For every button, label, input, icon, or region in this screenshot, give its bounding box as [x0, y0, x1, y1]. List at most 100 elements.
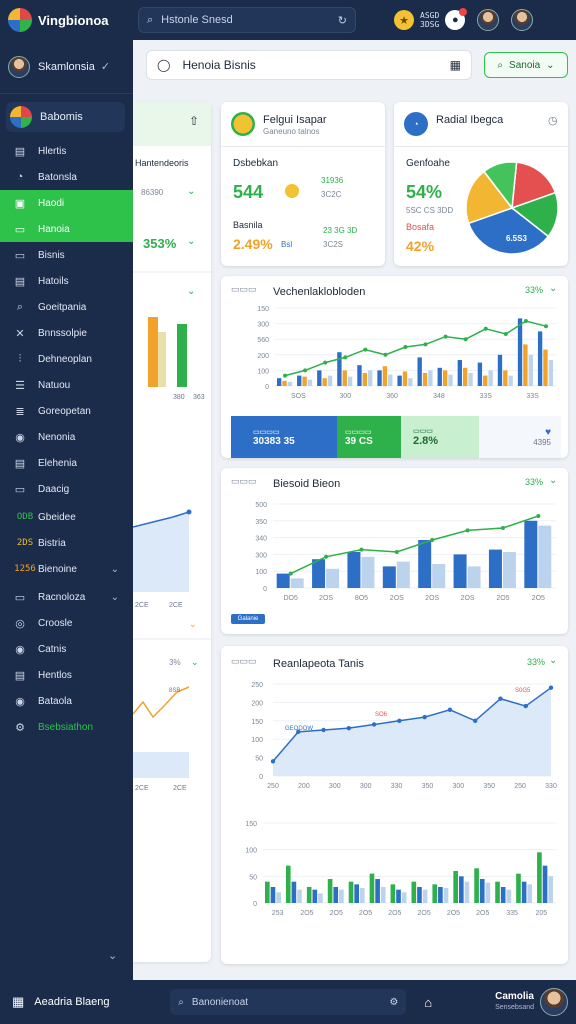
sidebar-item-18[interactable]: ◎ Croosle: [0, 610, 133, 636]
sidebar-item-7[interactable]: ✕ Bnnssolpie: [0, 320, 133, 346]
bar-s1-11: [503, 370, 508, 386]
coin-icon: [285, 184, 299, 198]
bar-s2-5: [380, 887, 386, 903]
sidebar-item-20[interactable]: ▤ Hentlos: [0, 662, 133, 688]
sidebar-item-10[interactable]: ≣ Goreopetan: [0, 398, 133, 424]
area-point-6: [422, 714, 427, 720]
sidebar-item-1[interactable]: ◔ Batonsla: [0, 164, 133, 190]
chevron-down-icon: ⌄: [191, 657, 199, 667]
sidebar-item-3[interactable]: ▭ Hanoia: [0, 216, 133, 242]
sidebar-collapse-chevron-icon[interactable]: ⌄: [108, 949, 117, 962]
chevron-down-icon[interactable]: ⌄: [549, 283, 557, 294]
bottom-search-input[interactable]: ⌕ Banonienoat ⚙: [170, 989, 407, 1015]
sidebar-item-16[interactable]: 1256 Bienoine ⌄: [0, 556, 133, 582]
sidebar-item-label: Batonsla: [38, 171, 77, 183]
sidebar-brand[interactable]: Babomis: [6, 102, 125, 132]
trend-point-0: [288, 571, 293, 576]
chart1-tab-3[interactable]: ▭▭▭ 2.8%: [401, 416, 479, 458]
sidebar-item-label: Bienoine: [38, 563, 77, 575]
settings-icon[interactable]: ⚙: [389, 997, 398, 1008]
sidebar-user[interactable]: Skamlonsia ✓: [0, 40, 133, 94]
filter-button[interactable]: ⌕ Sanoia ⌄: [484, 52, 568, 78]
chart1-tab-1[interactable]: ▭▭▭▭ 30383 35: [231, 416, 337, 458]
sidebar-item-15[interactable]: 2DS Bistria: [0, 530, 133, 556]
card-summary-value2: 2.49%: [233, 236, 273, 252]
trend-point-5: [465, 528, 470, 533]
bar-s0-12: [516, 873, 521, 903]
sidebar-item-13[interactable]: ▭ Daacig: [0, 476, 133, 502]
bar-s2-10: [488, 370, 493, 386]
sidebar-item-8[interactable]: ⫶ Dehneoplan: [0, 346, 133, 372]
clock-icon[interactable]: ◷: [548, 114, 558, 127]
home-icon[interactable]: ⌂: [424, 995, 432, 1010]
award-icon[interactable]: ★: [394, 10, 414, 30]
sidebar-item-17[interactable]: ▭ Racnoloza ⌄: [0, 584, 133, 610]
bar-s2-9: [468, 373, 473, 386]
sidebar-item-21[interactable]: ◉ Bataola: [0, 688, 133, 714]
bottom-user[interactable]: Camolia Sensebsand: [495, 988, 568, 1016]
chart1-tab-4[interactable]: ♥ 4395: [479, 416, 561, 458]
chevron-down-icon[interactable]: ⌄: [549, 475, 557, 486]
x-tick-label: 2O5: [532, 595, 545, 602]
grid-icon[interactable]: ▦: [12, 994, 24, 1010]
sidebar-item-2[interactable]: ▣ Haodi: [0, 190, 133, 216]
bar-s0-9: [457, 360, 462, 386]
x-tick-label: 2OS: [319, 595, 333, 602]
sidebar-item-12[interactable]: ▤ Elehenia: [0, 450, 133, 476]
sidebar-item-label: Gbeidee: [38, 511, 76, 523]
bar-s2-8: [443, 888, 449, 903]
trend-point-6: [500, 526, 505, 530]
bar-s0-7: [524, 520, 538, 588]
sidebar-item-6[interactable]: ⌕ Goeitpania: [0, 294, 133, 320]
main-search-input[interactable]: ◯ Henoia Bisnis ▦: [146, 50, 472, 80]
chart1-tab-1-label: 30383 35: [253, 435, 295, 447]
left-panel-percent: 3%: [169, 658, 181, 667]
card-pie-label2: Bosafa: [406, 222, 435, 232]
y-tick-label: 200: [257, 353, 269, 360]
sidebar-item-5[interactable]: ▤ Hatoils: [0, 268, 133, 294]
bar-s2-13: [548, 360, 553, 386]
chevron-down-icon[interactable]: ⌄: [549, 655, 557, 666]
x-tick-label: 335: [506, 910, 518, 917]
sidebar-item-label: Bataola: [38, 695, 72, 707]
x-tick-label: 2O5: [496, 595, 509, 602]
card-summary-label2: Basnila: [233, 220, 263, 230]
grid-icon[interactable]: ▦: [450, 58, 461, 72]
bar-s1-3: [342, 370, 347, 386]
sidebar-item-label: Nenonia: [38, 431, 76, 443]
chart1-tab-2[interactable]: ▭▭▭▭ 39 CS: [337, 416, 401, 458]
user-avatar[interactable]: [477, 9, 500, 31]
bar-s1-1: [291, 881, 297, 903]
sidebar-item-11[interactable]: ◉ Nenonia: [0, 424, 133, 450]
bar-s2-3: [347, 376, 353, 386]
filter-icon: ⌕: [497, 59, 504, 71]
bar-s0-8: [437, 367, 442, 386]
y-tick-label: 100: [257, 368, 269, 375]
sidebar-item-label: Natuou: [38, 379, 71, 391]
top-search-input[interactable]: ⌕ Hstonle Snesd ↻: [138, 7, 356, 33]
chart2-legend-chip[interactable]: Galanie: [231, 614, 265, 624]
x-tick-label: 330: [545, 783, 557, 790]
sidebar-item-22[interactable]: ⚙ Bsebsiathon: [0, 714, 133, 740]
y-tick-label: 500: [255, 502, 267, 509]
sidebar-item-0[interactable]: ▤ Hlertis: [0, 138, 133, 164]
sidebar-item-4[interactable]: ▭ Bisnis: [0, 242, 133, 268]
bar-s1-8: [438, 887, 443, 903]
trend-point-0: [283, 373, 288, 378]
sidebar-item-9[interactable]: ☰ Natuou: [0, 372, 133, 398]
notification-icon[interactable]: ●: [445, 8, 468, 30]
sidebar-item-19[interactable]: ◉ Catnis: [0, 636, 133, 662]
sidebar-item-icon: ◉: [15, 431, 25, 444]
sidebar-item-14[interactable]: ODB Gbeidee: [0, 504, 133, 530]
trend-point-7: [423, 342, 428, 347]
bar-s0-12: [517, 318, 523, 386]
left-tick-3: 2CE: [135, 602, 149, 609]
refresh-icon[interactable]: ↻: [338, 14, 347, 27]
sidebar-item-tag: 2DS: [16, 538, 34, 548]
profile-avatar[interactable]: [511, 9, 534, 31]
x-tick-label: 2OS: [390, 595, 404, 602]
y-tick-label: 300: [255, 552, 267, 559]
trend-line: [284, 320, 547, 377]
bar-s1-3: [333, 887, 339, 903]
bar-s0-5: [369, 873, 375, 903]
